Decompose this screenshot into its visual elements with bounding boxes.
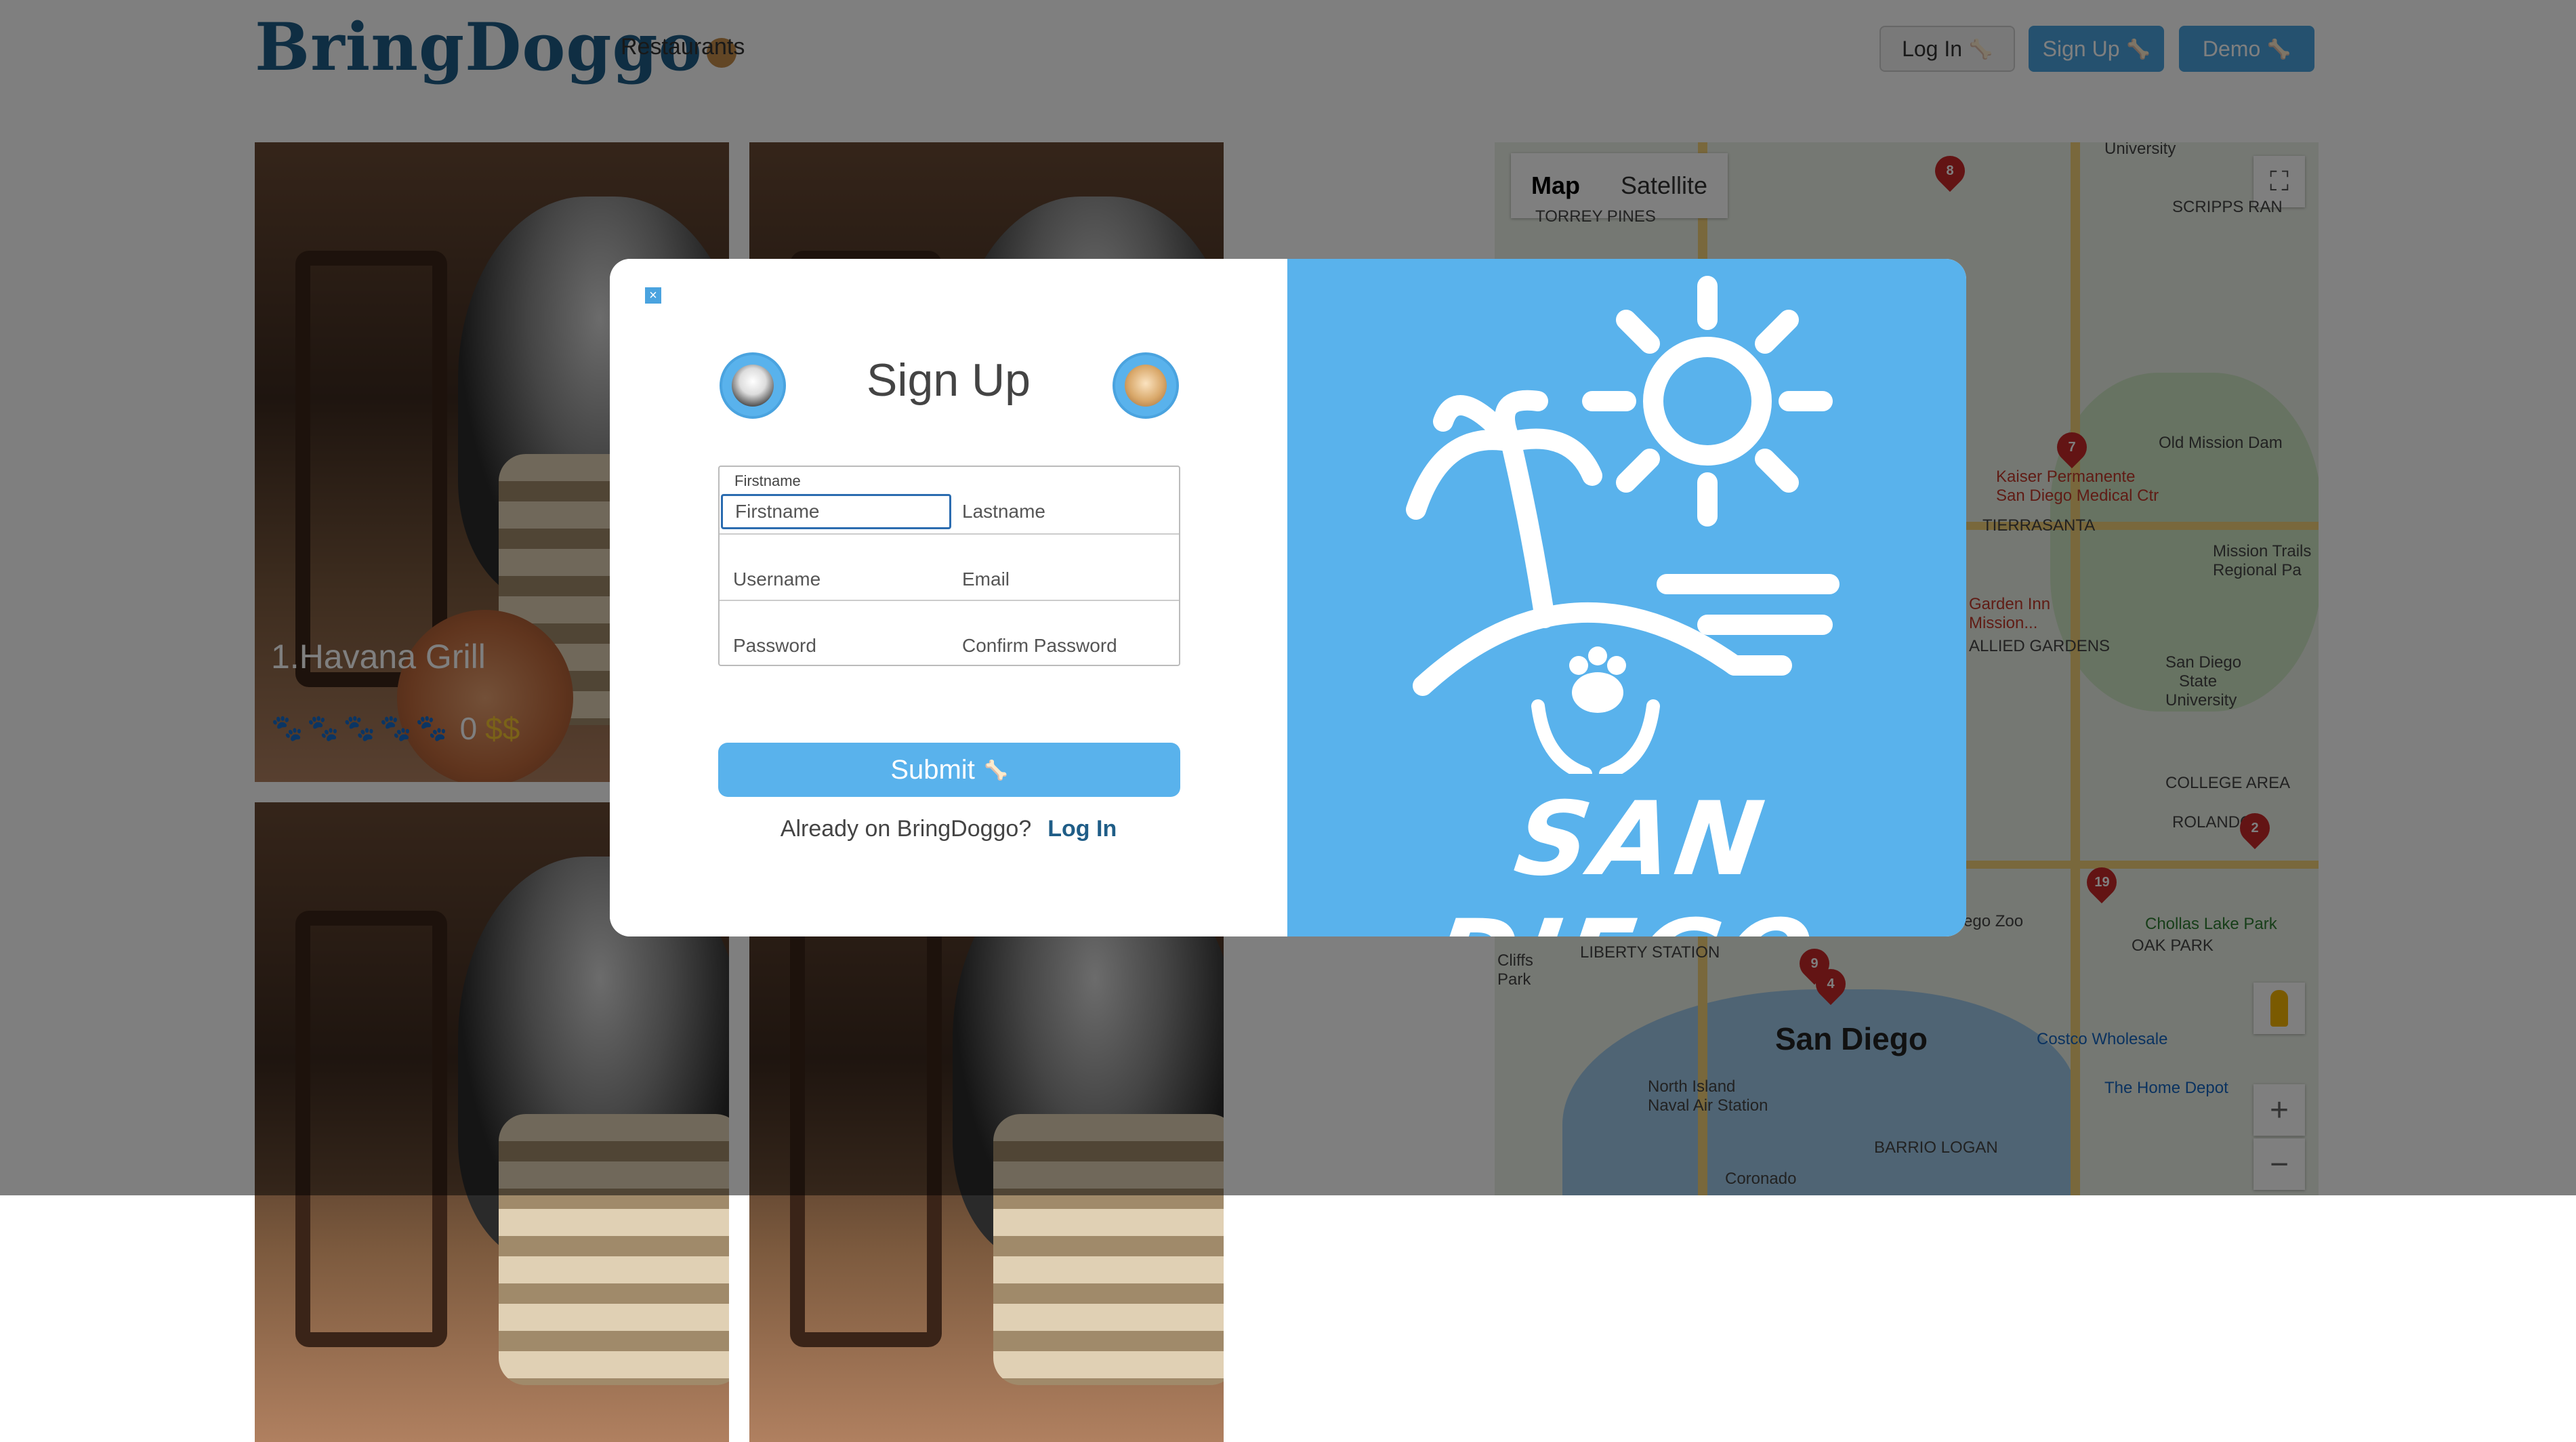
submit-button[interactable]: Submit 🦴 [718,743,1180,797]
modal-title: Sign Up [867,354,1031,406]
firstname-floating-label: Firstname [734,472,801,489]
password-input[interactable] [721,628,951,663]
close-icon[interactable]: × [645,287,661,304]
login-prompt: Already on BringDoggo? Log In [610,816,1287,842]
signup-modal: × Sign Up Firstname Submit 🦴 Alrea [610,259,1966,936]
sun-palm-paw-illustration [1406,276,1840,774]
signup-form: Firstname [718,466,1180,666]
yorkie-avatar [1113,352,1179,419]
confirm-password-input[interactable] [950,628,1173,663]
firstname-input[interactable] [721,494,951,529]
email-input[interactable] [950,562,1173,597]
modal-login-link[interactable]: Log In [1047,816,1117,842]
san-diego-art-text: SAN DIEGO [1426,781,1824,936]
submit-label: Submit [890,754,975,785]
schnauzer-avatar [720,352,786,419]
bone-icon: 🦴 [984,759,1008,781]
password-row [720,600,1179,667]
signup-form-panel: × Sign Up Firstname Submit 🦴 Alrea [610,259,1287,936]
name-row: Firstname [720,467,1179,533]
account-row [720,533,1179,601]
already-member-text: Already on BringDoggo? [780,816,1032,842]
lastname-input[interactable] [950,494,1173,529]
san-diego-art-panel: SAN DIEGO [1287,259,1966,936]
username-input[interactable] [721,562,951,597]
